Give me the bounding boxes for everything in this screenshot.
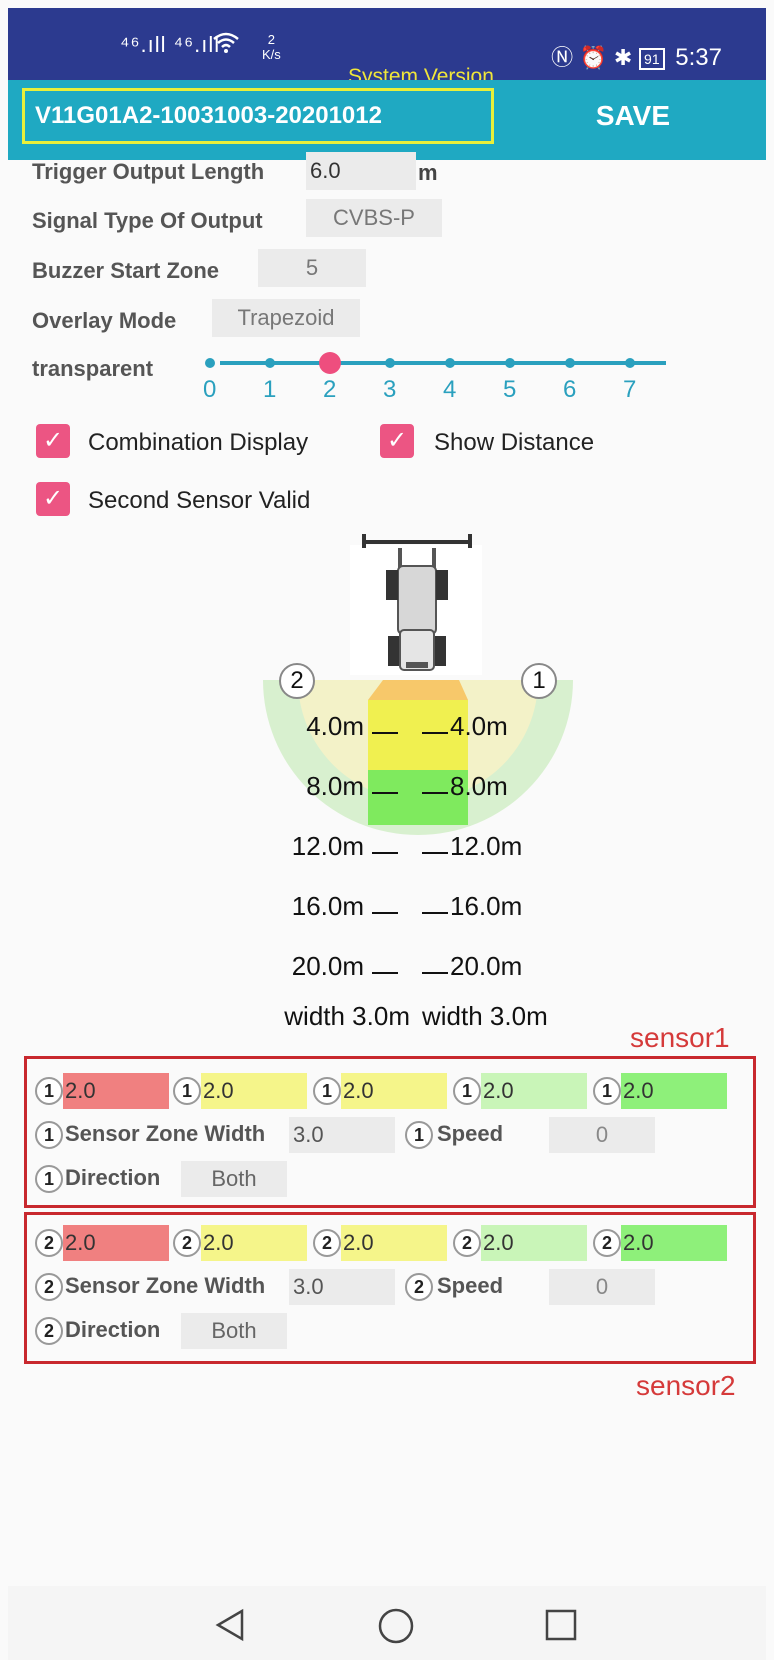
sensor1-badge: 1 (405, 1121, 433, 1149)
navigation-bar (8, 1586, 766, 1660)
sensor2-zone-1[interactable]: 2.0 (63, 1225, 169, 1261)
sensor1-badge: 1 (453, 1077, 481, 1105)
distance-right-4: 16.0m (450, 891, 523, 921)
recent-apps-icon[interactable] (544, 1608, 578, 1642)
sensor1-zone-1[interactable]: 2.0 (63, 1073, 169, 1109)
sensor2-zone-3[interactable]: 2.0 (341, 1225, 447, 1261)
sensor1-marker: 1 (521, 663, 557, 699)
sensor2-badge: 2 (405, 1273, 433, 1301)
distance-left-5: 20.0m (291, 951, 364, 981)
sensor1-zone-width-label: Sensor Zone Width (65, 1121, 266, 1146)
sensor2-badge: 2 (313, 1229, 341, 1257)
sensor1-speed-input[interactable]: 0 (549, 1117, 655, 1153)
sensor1-title: sensor1 (630, 1022, 730, 1053)
sensor2-zone-5[interactable]: 2.0 (621, 1225, 727, 1261)
distance-right-5: 20.0m (450, 951, 523, 981)
distance-left-4: 16.0m (291, 891, 364, 921)
sensor2-badge: 2 (593, 1229, 621, 1257)
sensor1-zone-width-input[interactable]: 3.0 (289, 1117, 395, 1153)
sensor1-badge: 1 (35, 1077, 63, 1105)
sensor2-badge: 2 (35, 1229, 63, 1257)
sensor-zone-diagram (263, 534, 573, 974)
sensor2-panel: 2 2.0 2 2.0 2 2.0 2 2.0 2 2.0 2 Sensor Z… (24, 1212, 756, 1364)
sensor1-badge: 1 (35, 1165, 63, 1193)
sensor1-zone-2[interactable]: 2.0 (201, 1073, 307, 1109)
sensor2-title: sensor2 (636, 1370, 736, 1401)
sensor2-badge: 2 (35, 1273, 63, 1301)
tractor-icon (350, 534, 482, 675)
sensor2-speed-label: Speed (437, 1273, 504, 1298)
sensor2-badge: 2 (35, 1317, 63, 1345)
distance-right-2: 8.0m (450, 771, 508, 801)
sensor2-badge: 2 (173, 1229, 201, 1257)
sensor2-zone-width-label: Sensor Zone Width (65, 1273, 266, 1298)
sensor2-zone-2[interactable]: 2.0 (201, 1225, 307, 1261)
width-right: width 3.0m (422, 1001, 548, 1031)
sensor1-zone-4[interactable]: 2.0 (481, 1073, 587, 1109)
sensor1-badge: 1 (313, 1077, 341, 1105)
distance-left-3: 12.0m (291, 831, 364, 861)
back-icon[interactable] (214, 1608, 246, 1642)
sensor1-panel: 1 2.0 1 2.0 1 2.0 1 2.0 1 2.0 1 Sensor Z… (24, 1056, 756, 1208)
width-left: width 3.0m (284, 1001, 410, 1031)
sensor2-zone-width-input[interactable]: 3.0 (289, 1269, 395, 1305)
sensor2-direction-select[interactable]: Both (181, 1313, 287, 1349)
sensor2-speed-input[interactable]: 0 (549, 1269, 655, 1305)
sensor1-direction-select[interactable]: Both (181, 1161, 287, 1197)
sensor2-direction-label: Direction (65, 1317, 161, 1342)
sensor1-badge: 1 (173, 1077, 201, 1105)
sensor1-zone-3[interactable]: 2.0 (341, 1073, 447, 1109)
sensor1-badge: 1 (593, 1077, 621, 1105)
sensor1-zone-5[interactable]: 2.0 (621, 1073, 727, 1109)
sensor1-direction-label: Direction (65, 1165, 161, 1190)
sensor1-badge: 1 (35, 1121, 63, 1149)
sensor2-badge: 2 (453, 1229, 481, 1257)
sensor2-marker: 2 (279, 663, 315, 699)
distance-right-3: 12.0m (450, 831, 523, 861)
sensor1-speed-label: Speed (437, 1121, 504, 1146)
distance-left-2: 8.0m (306, 771, 364, 801)
sensor2-zone-4[interactable]: 2.0 (481, 1225, 587, 1261)
distance-left-1: 4.0m (306, 711, 364, 741)
distance-right-1: 4.0m (450, 711, 508, 741)
home-icon[interactable] (378, 1608, 414, 1644)
